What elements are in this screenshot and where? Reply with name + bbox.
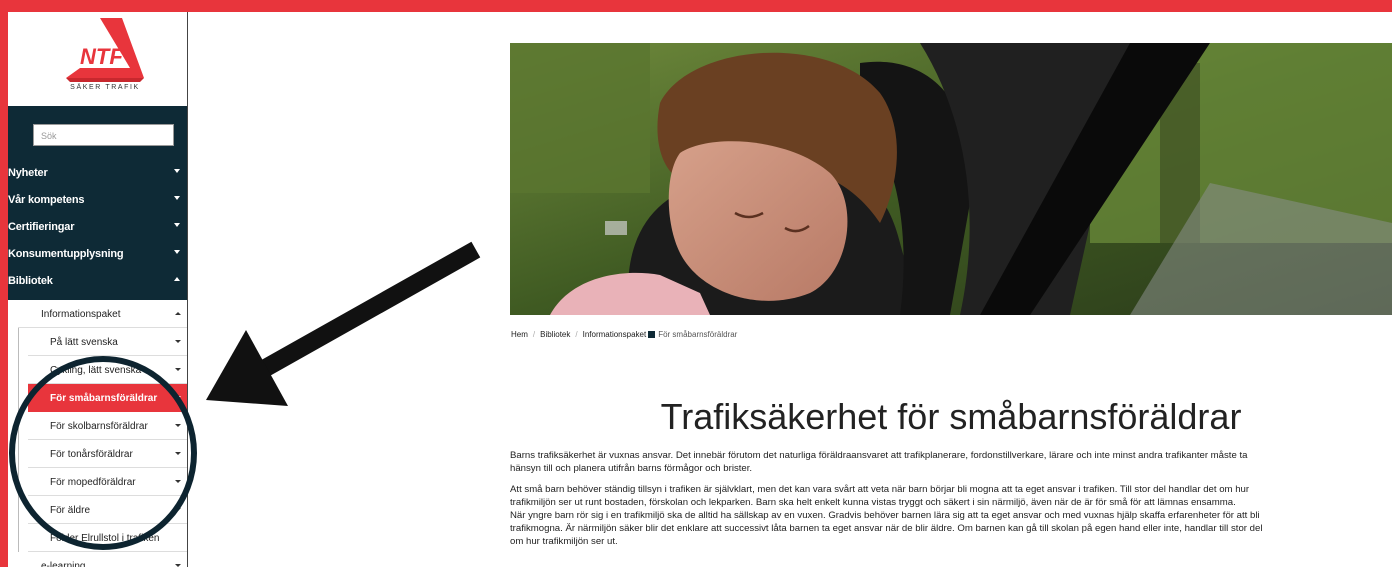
caret-up-icon (175, 312, 181, 315)
article-paragraph-line: När yngre barn rör sig i en trafikmiljö … (510, 510, 1260, 521)
article-paragraph-line: Barns trafiksäkerhet är vuxnas ansvar. D… (510, 450, 1248, 461)
sub-item-label: Cykling, lätt svenska (50, 365, 142, 376)
caret-down-icon (175, 368, 181, 371)
nav-label: Certifieringar (8, 221, 75, 233)
article-paragraph-line: trafikmogna. Är närmiljön säker blir det… (510, 523, 1263, 534)
sub-item-informationspaket[interactable]: Informationspaket (18, 300, 188, 328)
sub-item-pa-latt-svenska[interactable]: På lätt svenska (28, 328, 188, 356)
ntf-logo-mark: NTF (66, 18, 144, 82)
caret-down-icon (175, 508, 181, 511)
breadcrumb-link-bibliotek[interactable]: Bibliotek (540, 330, 570, 339)
article-paragraph-line: trafikmiljön ser ut runt bostaden, försk… (510, 497, 1236, 508)
nav-item-bibliotek[interactable]: Bibliotek (8, 266, 188, 293)
caret-down-icon (175, 424, 181, 427)
sub-item-for-aldre[interactable]: För äldre (28, 496, 188, 524)
sub-item-label: För mopedföräldrar (50, 477, 136, 488)
sub-item-label: För äldre (50, 505, 91, 516)
breadcrumb-link-informationspaket[interactable]: Informationspaket (583, 330, 647, 339)
main-nav: Sök Nyheter Vår kompetens Certifieringar… (8, 106, 188, 300)
breadcrumb-current: För småbarnsföräldrar (658, 330, 738, 339)
square-bullet-icon (648, 331, 656, 338)
caret-down-icon (174, 250, 180, 254)
breadcrumb-separator: / (575, 330, 578, 339)
sidebar: NTF SÄKER TRAFIK Sök Nyheter Vår kompete… (8, 12, 188, 567)
svg-text:NTF: NTF (80, 44, 123, 69)
sub-item-label: e-learning (41, 561, 86, 567)
sub-item-label: På lätt svenska (50, 337, 118, 348)
caret-down-icon (175, 396, 181, 399)
sub-item-for-skolbarnsforaldrar[interactable]: För skolbarnsföräldrar (28, 412, 188, 440)
sub-item-label: Informationspaket (41, 309, 121, 320)
sub-item-for-mopedforaldrar[interactable]: För mopedföräldrar (28, 468, 188, 496)
nav-label: Konsumentupplysning (8, 248, 124, 260)
hero-image (510, 43, 1392, 315)
search-input[interactable]: Sök (33, 124, 174, 146)
caret-down-icon (174, 169, 180, 173)
breadcrumb-separator: / (532, 330, 536, 339)
sub-item-cykling[interactable]: Cykling, lätt svenska (28, 356, 188, 384)
nav-label: Nyheter (8, 167, 48, 179)
caret-down-icon (175, 480, 181, 483)
nav-item-var-kompetens[interactable]: Vår kompetens (8, 185, 188, 212)
nav-item-certifieringar[interactable]: Certifieringar (8, 212, 188, 239)
sub-item-label: För småbarnsföräldrar (50, 393, 158, 404)
nav-item-konsumentupplysning[interactable]: Konsumentupplysning (8, 239, 188, 266)
caret-up-icon (174, 277, 180, 281)
breadcrumb: Hem / Bibliotek / Informationspaket För småba… (511, 330, 737, 339)
sub-item-label: Folder Elrullstol i trafiken (50, 533, 160, 544)
sub-item-label: För tonårsföräldrar (50, 449, 133, 460)
sub-item-label: För skolbarnsföräldrar (50, 421, 148, 432)
breadcrumb-link-hem[interactable]: Hem (511, 330, 528, 339)
hero-photo-sleeping-child (510, 43, 1392, 315)
caret-down-icon (175, 452, 181, 455)
logo-tagline: SÄKER TRAFIK (70, 84, 140, 91)
sub-item-e-learning[interactable]: e-learning (18, 552, 188, 567)
caret-down-icon (174, 223, 180, 227)
ntf-logo[interactable]: NTF SÄKER TRAFIK (60, 16, 150, 98)
nav-label: Bibliotek (8, 275, 53, 287)
sub-item-for-tonarsforaldrar[interactable]: För tonårsföräldrar (28, 440, 188, 468)
caret-down-icon (174, 196, 180, 200)
sub-item-folder-elrullstol[interactable]: Folder Elrullstol i trafiken (28, 524, 188, 552)
sidebar-divider (187, 12, 188, 567)
nav-label: Vår kompetens (8, 194, 85, 206)
nav-item-nyheter[interactable]: Nyheter (8, 158, 188, 185)
article-paragraph-line: hänsyn till och planera utifrån barns fö… (510, 463, 753, 474)
sub-item-for-smabarnsforaldrar[interactable]: För småbarnsföräldrar (28, 384, 188, 412)
caret-down-icon (175, 340, 181, 343)
page-title: Trafiksäkerhet för småbarnsföräldrar (660, 396, 1242, 437)
article-paragraph-line: om hur trafikmiljön ser ut. (510, 536, 618, 547)
submenu-guide-line (18, 300, 19, 567)
page: NTF SÄKER TRAFIK Sök Nyheter Vår kompete… (8, 12, 1392, 567)
article-paragraph-line: Att små barn behöver ständig tillsyn i t… (510, 484, 1250, 495)
